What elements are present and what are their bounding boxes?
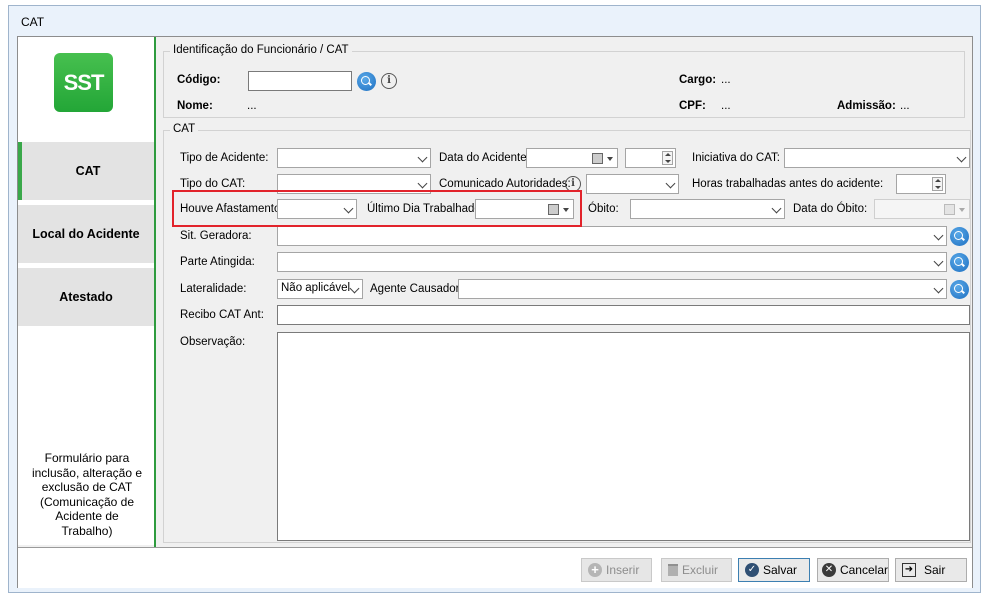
chevron-down-icon bbox=[665, 178, 676, 189]
dropdown-arrow-icon bbox=[607, 157, 613, 161]
salvar-label: Salvar bbox=[763, 563, 798, 577]
tipo-cat-label: Tipo do CAT: bbox=[180, 178, 246, 190]
cat-window: CAT SST CAT Local do Acidente Atestado F… bbox=[8, 5, 981, 593]
data-obito-label: Data do Óbito: bbox=[793, 203, 868, 215]
data-acidente-picker[interactable] bbox=[526, 148, 618, 168]
chevron-down-icon bbox=[933, 283, 944, 294]
codigo-label: Código: bbox=[177, 74, 221, 86]
sidebar-item-local-do-acidente[interactable]: Local do Acidente bbox=[18, 205, 154, 263]
chevron-down-icon bbox=[349, 283, 360, 294]
spinner-icon[interactable] bbox=[662, 151, 673, 165]
comunicado-select[interactable] bbox=[586, 174, 679, 194]
cargo-label: Cargo: bbox=[679, 74, 717, 86]
chevron-down-icon bbox=[933, 230, 944, 241]
agente-causador-search-icon[interactable] bbox=[950, 280, 969, 299]
cancelar-label: Cancelar bbox=[839, 563, 888, 577]
chevron-down-icon bbox=[956, 152, 967, 163]
codigo-search-icon[interactable] bbox=[357, 72, 376, 91]
tipo-acidente-label: Tipo de Acidente: bbox=[180, 152, 269, 164]
sit-geradora-search-icon[interactable] bbox=[950, 227, 969, 246]
obito-label: Óbito: bbox=[588, 203, 619, 215]
sidebar-item-label: Atestado bbox=[59, 290, 113, 304]
sidebar-description: Formulário para inclusão, alteração e ex… bbox=[31, 451, 143, 538]
sidebar: SST CAT Local do Acidente Atestado Formu… bbox=[18, 37, 154, 545]
excluir-button[interactable]: Excluir bbox=[661, 558, 732, 582]
chevron-down-icon bbox=[933, 256, 944, 267]
horas-label: Horas trabalhadas antes do acidente: bbox=[692, 178, 884, 190]
highlight-box bbox=[172, 190, 582, 227]
data-obito-picker[interactable] bbox=[874, 199, 970, 219]
admissao-label: Admissão: bbox=[837, 100, 896, 112]
sidebar-item-label: Local do Acidente bbox=[32, 227, 140, 241]
title-bar: CAT bbox=[9, 6, 980, 36]
codigo-info-icon[interactable]: i bbox=[381, 73, 397, 89]
cpf-value: ... bbox=[721, 100, 731, 112]
inserir-label: Inserir bbox=[606, 563, 640, 577]
sit-geradora-label: Sit. Geradora: bbox=[180, 230, 252, 242]
recibo-label: Recibo CAT Ant: bbox=[180, 309, 264, 321]
chevron-down-icon bbox=[771, 203, 782, 214]
lateralidade-value: Não aplicável bbox=[281, 282, 351, 294]
observacao-textarea[interactable] bbox=[277, 332, 970, 541]
horas-stepper[interactable] bbox=[896, 174, 946, 194]
data-acidente-label: Data do Acidente: bbox=[439, 152, 530, 164]
cpf-label: CPF: bbox=[679, 100, 706, 112]
parte-atingida-search-icon[interactable] bbox=[950, 253, 969, 272]
calendar-icon bbox=[592, 153, 603, 164]
observacao-label: Observação: bbox=[180, 336, 246, 348]
codigo-input[interactable] bbox=[248, 71, 352, 91]
dropdown-arrow-icon bbox=[959, 208, 965, 212]
nome-label: Nome: bbox=[177, 100, 213, 112]
sair-button[interactable]: ➜ Sair bbox=[895, 558, 967, 582]
exit-icon: ➜ bbox=[902, 563, 916, 577]
cancel-circle-icon: ✕ bbox=[822, 563, 836, 577]
cat-group-legend: CAT bbox=[170, 123, 199, 135]
admissao-value: ... bbox=[900, 100, 910, 112]
excluir-label: Excluir bbox=[682, 563, 719, 577]
check-circle-icon: ✓ bbox=[745, 563, 759, 577]
chevron-down-icon bbox=[417, 152, 428, 163]
sst-logo: SST bbox=[54, 53, 113, 112]
agente-causador-select[interactable] bbox=[458, 279, 947, 299]
spinner-icon[interactable] bbox=[932, 177, 943, 191]
cancelar-button[interactable]: ✕ Cancelar bbox=[817, 558, 889, 582]
obito-select[interactable] bbox=[630, 199, 785, 219]
chevron-down-icon bbox=[417, 178, 428, 189]
parte-atingida-select[interactable] bbox=[277, 252, 947, 272]
agente-causador-label: Agente Causador: bbox=[370, 283, 463, 295]
sidebar-item-label: CAT bbox=[75, 164, 101, 178]
plus-circle-icon: + bbox=[588, 563, 602, 577]
tipo-acidente-select[interactable] bbox=[277, 148, 431, 168]
cargo-value: ... bbox=[721, 74, 731, 86]
sidebar-divider bbox=[154, 37, 156, 547]
sidebar-item-atestado[interactable]: Atestado bbox=[18, 268, 154, 326]
hora-acidente-stepper[interactable] bbox=[625, 148, 676, 168]
recibo-input[interactable] bbox=[277, 305, 970, 325]
inserir-button[interactable]: + Inserir bbox=[581, 558, 652, 582]
footer-bar: + Inserir Excluir ✓ Salvar ✕ Cancelar ➜ … bbox=[18, 547, 972, 588]
salvar-button[interactable]: ✓ Salvar bbox=[738, 558, 810, 582]
lateralidade-select[interactable]: Não aplicável bbox=[277, 279, 363, 299]
nome-value: ... bbox=[247, 100, 257, 112]
sidebar-item-cat[interactable]: CAT bbox=[18, 142, 154, 200]
calendar-icon bbox=[944, 204, 955, 215]
sair-label: Sair bbox=[924, 563, 946, 577]
iniciativa-select[interactable] bbox=[784, 148, 970, 168]
trash-icon bbox=[668, 564, 678, 576]
sit-geradora-select[interactable] bbox=[277, 226, 947, 246]
parte-atingida-label: Parte Atingida: bbox=[180, 256, 255, 268]
window-title: CAT bbox=[21, 15, 45, 29]
employee-group: Identificação do Funcionário / CAT Códig… bbox=[163, 44, 965, 118]
lateralidade-label: Lateralidade: bbox=[180, 283, 247, 295]
client-area: SST CAT Local do Acidente Atestado Formu… bbox=[17, 36, 973, 588]
iniciativa-label: Iniciativa do CAT: bbox=[692, 152, 780, 164]
employee-group-legend: Identificação do Funcionário / CAT bbox=[170, 44, 352, 56]
comunicado-label: Comunicado Autoridades: bbox=[439, 178, 571, 190]
